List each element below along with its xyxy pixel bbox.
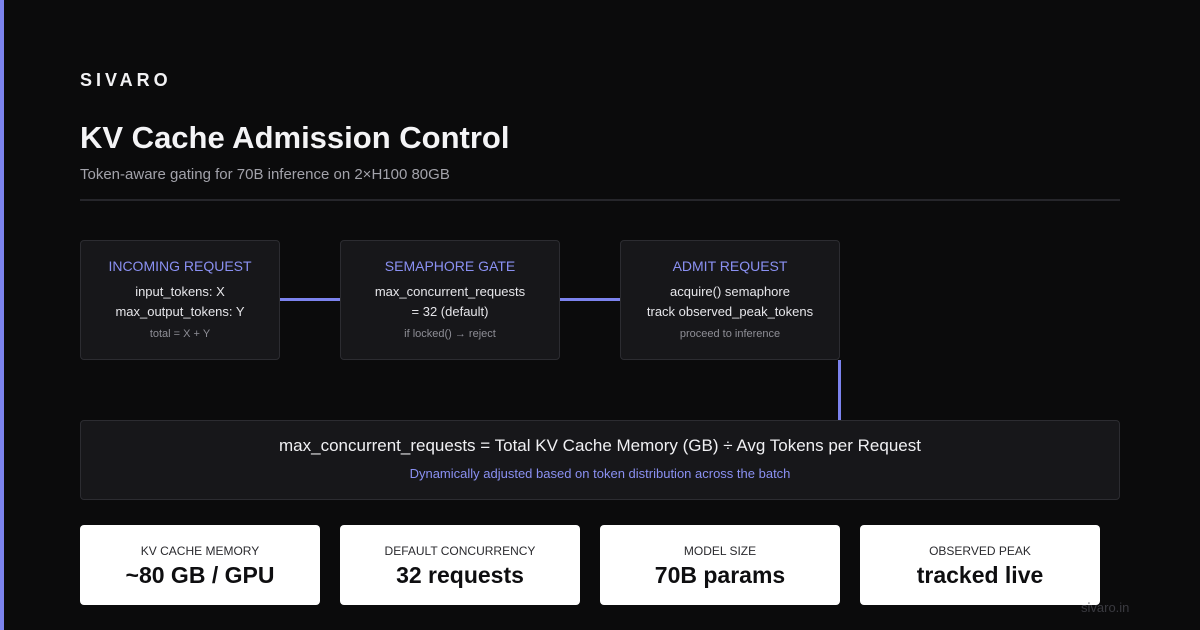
page-subtitle: Token-aware gating for 70B inference on … xyxy=(80,166,450,183)
stat-value: tracked live xyxy=(916,562,1044,588)
footer-url: sivaro.in xyxy=(1081,600,1130,615)
page-title: KV Cache Admission Control xyxy=(80,120,510,155)
connector-incoming-to-gate xyxy=(280,298,340,301)
stat-label: KV CACHE MEMORY xyxy=(140,544,260,558)
stat-label: OBSERVED PEAK xyxy=(929,544,1031,558)
incoming-request-node: INCOMING REQUEST input_tokens: X max_out… xyxy=(80,240,280,360)
stat-card-observed-peak: OBSERVED PEAK tracked live xyxy=(860,525,1100,605)
stat-value: 32 requests xyxy=(396,562,524,588)
stat-value: ~80 GB / GPU xyxy=(125,562,275,588)
node-line: max_output_tokens: Y xyxy=(115,304,245,319)
stat-card-model-size: MODEL SIZE 70B params xyxy=(600,525,840,605)
formula-note: Dynamically adjusted based on token dist… xyxy=(409,466,791,481)
connector-admit-to-formula xyxy=(838,360,841,420)
stat-value: 70B params xyxy=(654,562,786,588)
formula-equation: max_concurrent_requests = Total KV Cache… xyxy=(279,436,921,455)
header-divider xyxy=(80,199,1120,201)
node-line: acquire() semaphore xyxy=(670,284,790,299)
node-line: max_concurrent_requests xyxy=(374,284,526,299)
brand-logo: SIVARO xyxy=(80,70,172,90)
admit-request-node: ADMIT REQUEST acquire() semaphore track … xyxy=(620,240,840,360)
node-heading: ADMIT REQUEST xyxy=(672,258,788,274)
node-line: = 32 (default) xyxy=(411,304,489,319)
stat-card-kv-cache-memory: KV CACHE MEMORY ~80 GB / GPU xyxy=(80,525,320,605)
node-line: input_tokens: X xyxy=(135,284,225,299)
connector-gate-to-admit xyxy=(560,298,620,301)
accent-bar xyxy=(0,0,4,630)
node-heading: SEMAPHORE GATE xyxy=(384,258,516,274)
stat-label: DEFAULT CONCURRENCY xyxy=(384,544,536,558)
slide: SIVARO KV Cache Admission Control Token-… xyxy=(0,0,1200,630)
node-note: if locked() → reject xyxy=(404,328,496,340)
semaphore-gate-node: SEMAPHORE GATE max_concurrent_requests =… xyxy=(340,240,560,360)
node-note: total = X + Y xyxy=(149,328,211,340)
node-note: proceed to inference xyxy=(679,328,781,340)
stat-label: MODEL SIZE xyxy=(683,544,757,558)
formula-panel: max_concurrent_requests = Total KV Cache… xyxy=(80,420,1120,500)
node-line: track observed_peak_tokens xyxy=(646,304,814,319)
node-heading: INCOMING REQUEST xyxy=(108,258,252,274)
stat-card-default-concurrency: DEFAULT CONCURRENCY 32 requests xyxy=(340,525,580,605)
